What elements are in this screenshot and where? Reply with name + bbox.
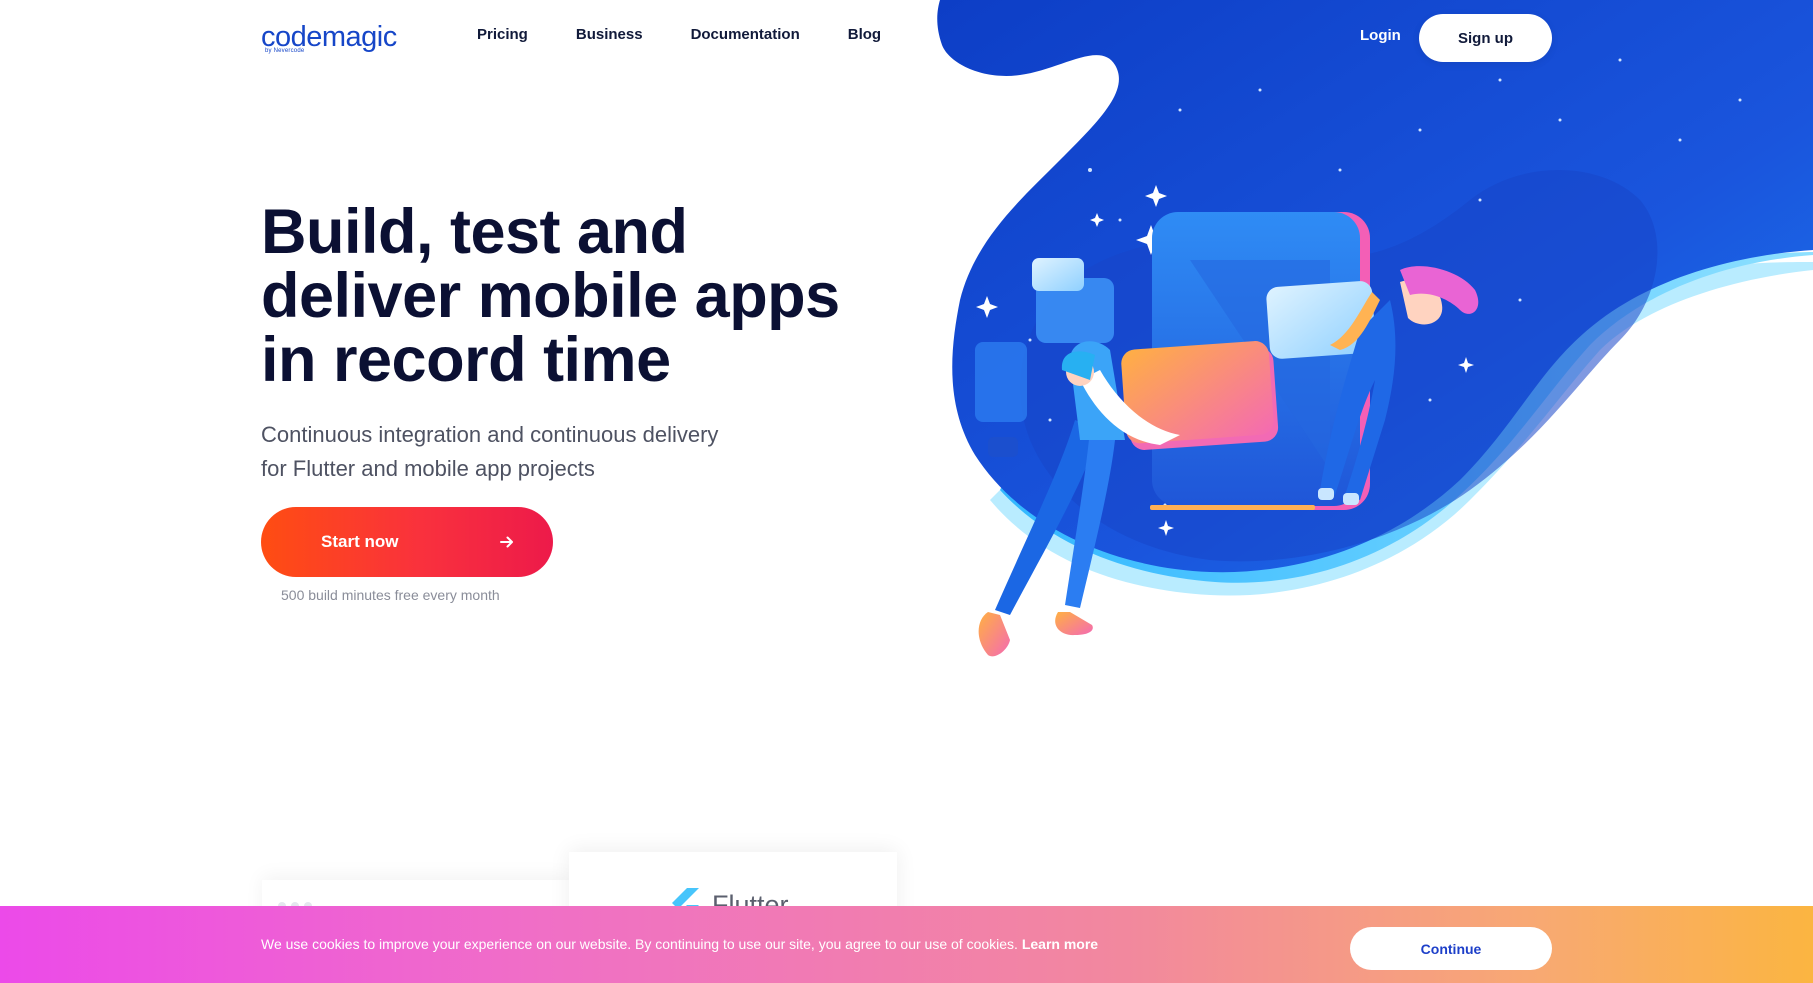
nav-item-business[interactable]: Business: [576, 26, 643, 43]
start-now-button[interactable]: Start now: [261, 507, 553, 577]
cookie-message-text: We use cookies to improve your experienc…: [261, 936, 1018, 952]
hero-subtitle: Continuous integration and continuous de…: [261, 418, 821, 486]
nav-item-blog[interactable]: Blog: [848, 26, 881, 43]
free-minutes-note: 500 build minutes free every month: [281, 587, 500, 603]
hero-title-line: Build, test and: [261, 197, 688, 267]
login-link[interactable]: Login: [1360, 27, 1401, 44]
nav-item-documentation[interactable]: Documentation: [691, 26, 800, 43]
hero-title-line: deliver mobile apps: [261, 261, 840, 331]
arrow-right-icon: [500, 536, 513, 548]
logo-subtext: by Nevercode: [265, 48, 305, 54]
start-now-label: Start now: [321, 532, 399, 551]
codemagic-logo[interactable]: codemagic by Nevercode: [261, 22, 411, 56]
cookie-message: We use cookies to improve your experienc…: [261, 936, 1098, 952]
signup-button[interactable]: Sign up: [1419, 14, 1552, 62]
hero-title-line: in record time: [261, 325, 671, 395]
learn-more-link[interactable]: Learn more: [1022, 936, 1098, 952]
continue-button[interactable]: Continue: [1350, 927, 1552, 970]
hero-subtitle-line: Continuous integration and continuous de…: [261, 422, 719, 447]
cookie-banner: We use cookies to improve your experienc…: [0, 906, 1813, 983]
nav-item-pricing[interactable]: Pricing: [477, 26, 528, 43]
hero-title: Build, test and deliver mobile apps in r…: [261, 200, 921, 392]
site-header: codemagic by Nevercode Pricing Business …: [0, 0, 1813, 75]
main-nav: Pricing Business Documentation Blog: [477, 26, 881, 43]
hero-illustration: [937, 0, 1813, 657]
hero-subtitle-line: for Flutter and mobile app projects: [261, 456, 595, 481]
